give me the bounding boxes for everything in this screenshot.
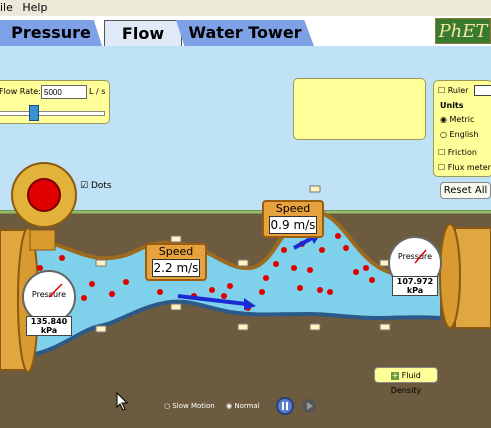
pause-button[interactable] [276, 397, 294, 415]
english-radio[interactable]: ○ English [440, 130, 478, 139]
speed-readout-1[interactable]: Speed 2.2 m/s [145, 243, 207, 281]
pipe-handle [309, 185, 321, 193]
reset-all-button[interactable]: Reset All [440, 182, 491, 199]
gauge-reading: 135.840 kPa [26, 316, 72, 336]
normal-radio[interactable]: ◉ Normal [226, 402, 260, 410]
pipe-handle [170, 303, 182, 311]
flow-rate-slider-track[interactable] [0, 111, 105, 116]
pressure-gauge-right[interactable]: Pressure 107.972 kPa [388, 236, 442, 296]
pressure-gauge-left[interactable]: Pressure 135.840 kPa [22, 270, 76, 336]
friction-checkbox[interactable]: ☐ Friction [438, 148, 477, 157]
pipe-handle [95, 259, 107, 267]
flow-rate-unit: L / s [89, 87, 106, 96]
ruler-label: Ruler [447, 86, 469, 95]
speed-title: Speed [158, 245, 194, 258]
speed-title: Speed [275, 202, 311, 215]
metric-label: Metric [449, 115, 475, 124]
gauge-reading: 107.972 kPa [392, 276, 438, 296]
friction-label: Friction [447, 148, 477, 157]
flow-rate-input[interactable] [41, 85, 87, 99]
flow-rate-panel: Flow Rate: L / s [0, 80, 110, 124]
pipe-handle [379, 323, 391, 331]
flux-meter-label: Flux meter [447, 163, 491, 172]
normal-label: Normal [234, 402, 260, 410]
pause-icon [282, 402, 284, 410]
flow-rate-slider-thumb[interactable] [29, 105, 39, 121]
ruler-checkbox[interactable]: ☐ Ruler [438, 86, 468, 95]
plus-icon: + [391, 371, 400, 380]
english-label: English [449, 130, 479, 139]
flow-rate-label: Flow Rate: [0, 87, 41, 96]
slow-motion-label: Slow Motion [172, 402, 215, 410]
slow-motion-radio[interactable]: ○ Slow Motion [164, 402, 215, 410]
gauge-needle [48, 283, 63, 298]
step-button[interactable] [302, 399, 316, 413]
pipe-handle [170, 235, 182, 243]
speed-readout-2[interactable]: Speed 0.9 m/s [262, 200, 324, 238]
speed-value: 2.2 m/s [152, 259, 200, 277]
flux-meter-checkbox[interactable]: ☐ Flux meter [438, 163, 491, 172]
step-icon [307, 402, 313, 410]
pipe-handle [237, 259, 249, 267]
mouse-cursor-icon [116, 392, 129, 411]
info-panel [293, 78, 426, 140]
flow-scene [0, 162, 491, 373]
units-title: Units [440, 101, 464, 110]
fluid-density-button[interactable]: + Fluid Density [374, 367, 438, 395]
pipe-handle [237, 323, 249, 331]
dots-label: Dots [90, 181, 112, 191]
pipe-handle [309, 323, 321, 331]
pipe-handle [95, 325, 107, 333]
options-panel: ☐ Ruler Units ◉ Metric ○ English ☐ Frict… [433, 80, 491, 177]
speed-value: 0.9 m/s [269, 216, 317, 234]
dots-checkbox[interactable]: ☑ Dots [80, 181, 112, 191]
right-pipe-flange [439, 223, 461, 329]
metric-radio[interactable]: ◉ Metric [440, 115, 474, 124]
pump-neck [29, 229, 56, 251]
pump-red-button [27, 178, 61, 212]
ruler-icon [474, 85, 491, 96]
